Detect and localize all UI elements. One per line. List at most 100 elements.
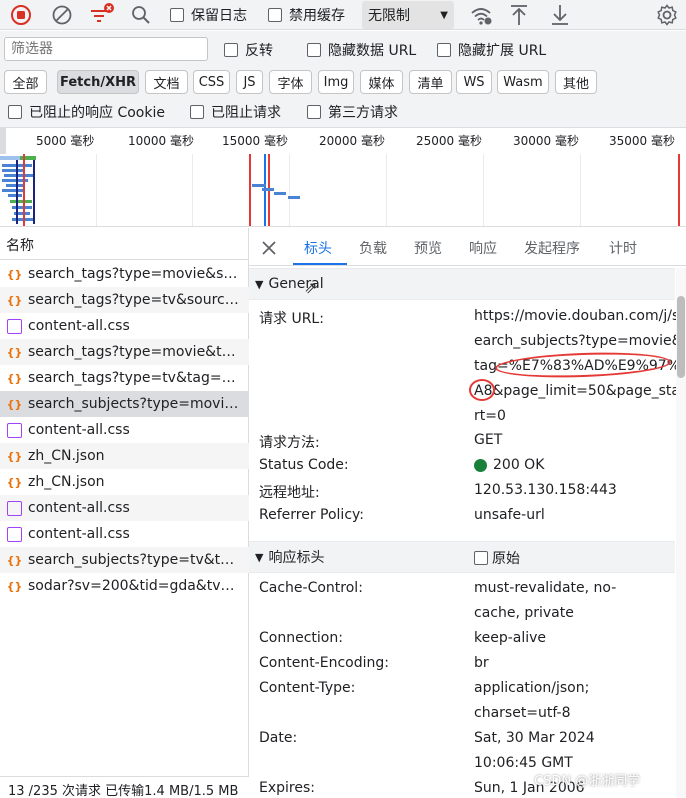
- search-icon[interactable]: [129, 3, 153, 27]
- tab-response[interactable]: 响应: [469, 238, 497, 258]
- type-filter-js[interactable]: JS: [236, 70, 263, 94]
- name-column-header[interactable]: 名称: [0, 228, 249, 260]
- record-stop-icon[interactable]: [9, 3, 33, 27]
- checkbox-box[interactable]: [224, 43, 238, 57]
- referrer-policy-value: unsafe-url: [474, 507, 545, 523]
- request-row[interactable]: {} search_subjects?type=tv&tag=%E7: [0, 547, 249, 573]
- throttle-select[interactable]: 无限制 ▼: [362, 1, 454, 29]
- hide-ext-urls-label: 隐藏扩展 URL: [458, 43, 547, 59]
- filter-icon[interactable]: [88, 2, 116, 28]
- checkbox-box[interactable]: [170, 8, 184, 22]
- request-row[interactable]: {} zh_CN.json: [0, 443, 249, 469]
- checkbox-box[interactable]: [307, 43, 321, 57]
- request-row[interactable]: {} search_tags?type=tv&tag=%E7%83: [0, 365, 249, 391]
- filter-input[interactable]: [4, 37, 208, 61]
- request-name: content-all.css: [28, 500, 130, 516]
- blocked-requests-checkbox[interactable]: 已阻止请求: [190, 102, 281, 122]
- request-name: search_subjects?type=tv&tag=%E7: [28, 552, 242, 568]
- header-name: Content-Encoding:: [259, 655, 389, 671]
- tab-headers[interactable]: 标头: [304, 238, 332, 258]
- request-row[interactable]: {} search_tags?type=movie&tag=%E7: [0, 339, 249, 365]
- third-party-checkbox[interactable]: 第三方请求: [307, 102, 398, 122]
- request-url-value: earch_subjects?type=movie&: [474, 333, 683, 349]
- request-url-value: rt=0: [474, 408, 506, 424]
- tab-payload[interactable]: 负载: [359, 238, 387, 258]
- disable-cache-checkbox[interactable]: 禁用缓存: [268, 5, 345, 25]
- request-name: content-all.css: [28, 318, 130, 334]
- detail-scrollbar[interactable]: [676, 268, 686, 798]
- checkbox-box[interactable]: [437, 43, 451, 57]
- tab-timing[interactable]: 计时: [609, 238, 637, 258]
- caret-down-icon: ▼: [440, 9, 448, 21]
- xhr-file-icon: {}: [6, 345, 23, 359]
- hide-ext-urls-checkbox[interactable]: 隐藏扩展 URL: [437, 40, 546, 60]
- clear-icon[interactable]: [50, 3, 74, 27]
- timeline-handle[interactable]: [0, 128, 6, 154]
- request-row[interactable]: {} sodar?sv=200&tid=gda&tv=r20240: [0, 573, 249, 599]
- blocked-requests-label: 已阻止请求: [211, 105, 281, 121]
- request-row[interactable]: content-all.css: [0, 521, 249, 547]
- checkbox-box[interactable]: [307, 105, 321, 119]
- tab-initiator[interactable]: 发起程序: [524, 238, 580, 258]
- header-name: Connection:: [259, 630, 343, 646]
- type-filter-css[interactable]: CSS: [193, 70, 230, 94]
- request-row[interactable]: content-all.css: [0, 313, 249, 339]
- hide-data-urls-label: 隐藏数据 URL: [328, 43, 417, 59]
- blocked-cookies-checkbox[interactable]: 已阻止的响应 Cookie: [8, 102, 165, 122]
- request-url-value: https://movie.douban.com/j/s: [474, 308, 680, 324]
- header-name: Expires:: [259, 780, 315, 796]
- request-row-selected[interactable]: {} search_subjects?type=movie&tag: [0, 391, 249, 417]
- xhr-file-icon: {}: [6, 475, 23, 489]
- checkbox-box[interactable]: [268, 8, 282, 22]
- type-filter-all[interactable]: 全部: [4, 70, 47, 94]
- gear-icon[interactable]: [654, 2, 680, 28]
- type-filter-wasm[interactable]: Wasm: [497, 70, 549, 94]
- timeline-overview[interactable]: 5000 毫秒 10000 毫秒 15000 毫秒 20000 毫秒 25000…: [0, 127, 686, 227]
- request-name: search_tags?type=tv&tag=%E7%83: [28, 370, 242, 386]
- network-toolbar: 保留日志 禁用缓存 无限制 ▼: [0, 0, 686, 30]
- request-row[interactable]: content-all.css: [0, 417, 249, 443]
- request-name: zh_CN.json: [28, 474, 105, 490]
- invert-label: 反转: [245, 43, 273, 59]
- invert-checkbox[interactable]: 反转: [224, 40, 273, 60]
- type-filter-media[interactable]: 媒体: [360, 70, 403, 94]
- checkbox-box[interactable]: [474, 551, 488, 565]
- timeline-waterfall: [0, 154, 680, 226]
- hide-data-urls-checkbox[interactable]: 隐藏数据 URL: [307, 40, 416, 60]
- close-icon[interactable]: [259, 238, 279, 258]
- type-filter-doc[interactable]: 文档: [145, 70, 188, 94]
- checkbox-box[interactable]: [8, 105, 22, 119]
- status-code-value: 200 OK: [474, 457, 544, 473]
- header-value: Sat, 30 Mar 2024: [474, 730, 595, 746]
- type-filter-other[interactable]: 其他: [555, 70, 597, 94]
- preserve-log-checkbox[interactable]: 保留日志: [170, 5, 247, 25]
- type-filter-font[interactable]: 字体: [269, 70, 312, 94]
- checkbox-box[interactable]: [190, 105, 204, 119]
- request-row[interactable]: content-all.css: [0, 495, 249, 521]
- xhr-file-icon: {}: [6, 371, 23, 385]
- request-row[interactable]: {} zh_CN.json: [0, 469, 249, 495]
- import-har-icon[interactable]: [507, 2, 531, 28]
- response-headers-section-header[interactable]: ▼ 响应标头: [249, 541, 675, 573]
- request-name: search_tags?type=movie&source=: [28, 266, 242, 282]
- xhr-file-icon: {}: [6, 579, 23, 593]
- type-filter-manifest[interactable]: 清单: [409, 70, 452, 94]
- request-name: content-all.css: [28, 422, 130, 438]
- request-row[interactable]: {} search_tags?type=tv&source=index: [0, 287, 249, 313]
- network-conditions-icon[interactable]: [468, 3, 494, 27]
- request-list-pane: 名称 {} search_tags?type=movie&source= {} se…: [0, 228, 249, 798]
- type-filter-fetch-xhr[interactable]: Fetch/XHR: [57, 70, 139, 94]
- tab-preview[interactable]: 预览: [414, 238, 442, 258]
- type-filter-ws[interactable]: WS: [456, 70, 492, 94]
- header-name: Cache-Control:: [259, 580, 363, 596]
- response-headers-title: 响应标头: [268, 550, 325, 566]
- css-file-icon: [7, 500, 22, 516]
- status-ok-dot-icon: [474, 458, 487, 472]
- type-filter-img[interactable]: Img: [318, 70, 354, 94]
- css-file-icon: [7, 318, 22, 334]
- request-row[interactable]: {} search_tags?type=movie&source=: [0, 261, 249, 287]
- scrollbar-thumb[interactable]: [677, 296, 685, 378]
- export-har-icon[interactable]: [548, 2, 572, 28]
- third-party-label: 第三方请求: [328, 105, 398, 121]
- raw-headers-checkbox[interactable]: 原始: [474, 548, 520, 568]
